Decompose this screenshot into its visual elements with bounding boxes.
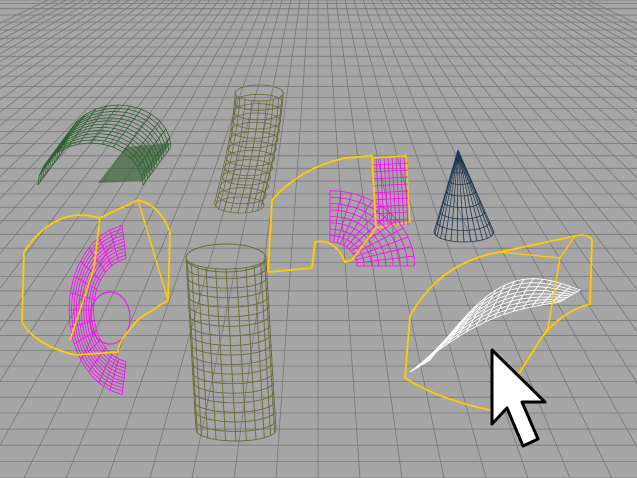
- 3d-viewport[interactable]: [0, 0, 637, 478]
